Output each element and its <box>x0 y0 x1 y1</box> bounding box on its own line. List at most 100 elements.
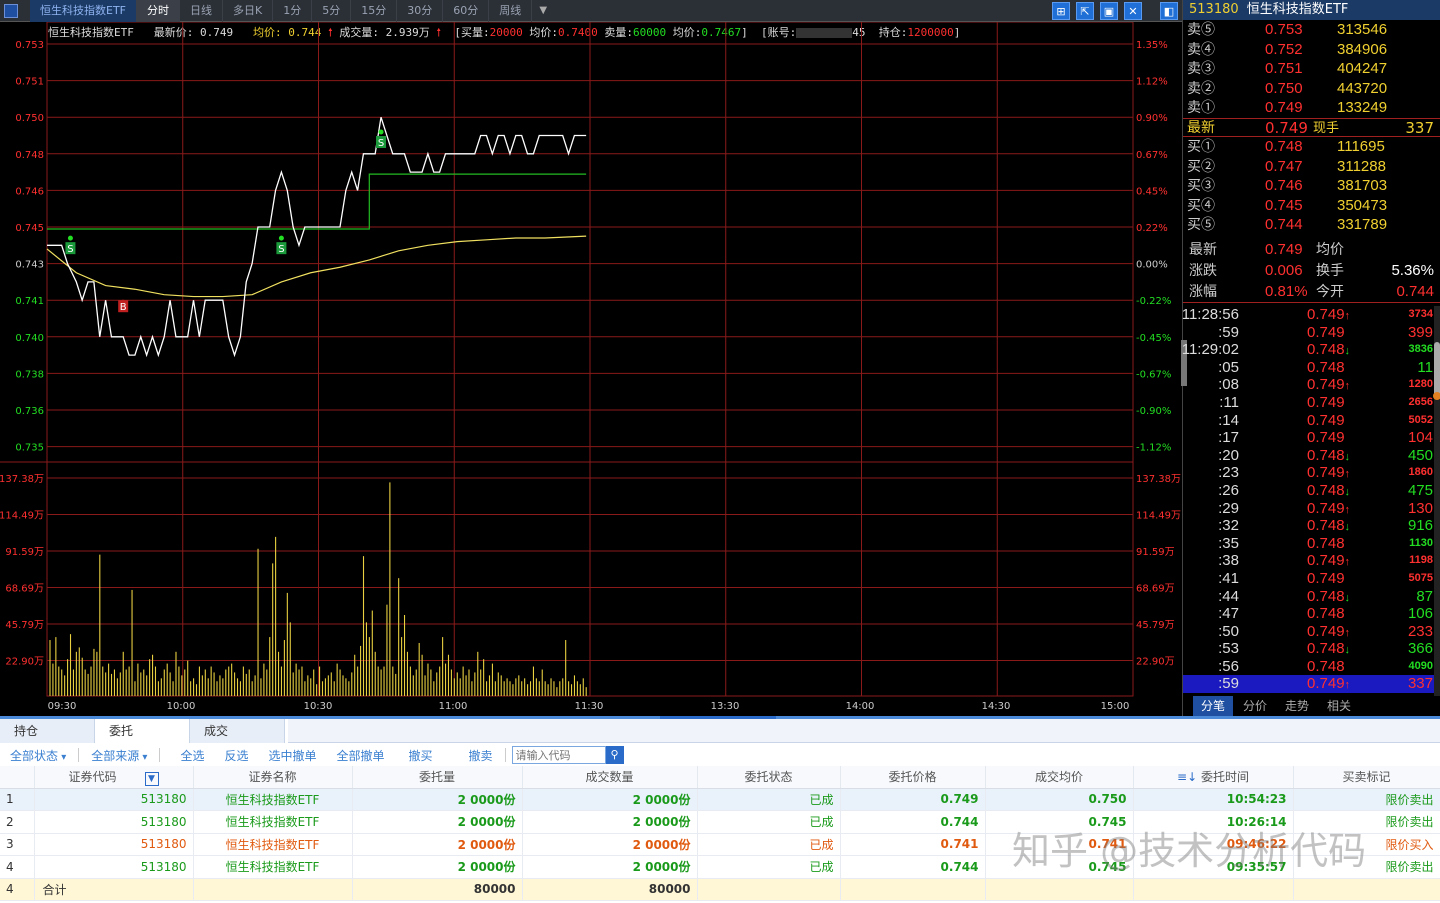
right-tab[interactable]: 分笔 <box>1193 696 1234 716</box>
cancel-selected-button[interactable]: 选中撤单 <box>258 747 326 764</box>
panel-toggle-icon[interactable] <box>4 4 18 18</box>
popout-icon[interactable]: ⇱ <box>1076 2 1094 20</box>
col-avg[interactable]: 成交均价 <box>985 766 1134 789</box>
tick-row[interactable]: :44 0.748↓ 87 <box>1183 588 1435 606</box>
stat-cell: 0.744 <box>1396 281 1434 302</box>
tab-stock[interactable]: 恒生科技指数ETF <box>30 0 137 22</box>
bid-level[interactable]: 买① 0.748 111695 <box>1183 137 1440 157</box>
tab-period[interactable]: 15分 <box>351 0 398 22</box>
bid-level[interactable]: 买⑤ 0.744 331789 <box>1183 215 1440 235</box>
cancel-sell-button[interactable]: 撤卖 <box>443 747 503 764</box>
level-vol: 350473 <box>1337 196 1388 214</box>
sell-marker[interactable]: S <box>276 235 287 256</box>
col-code[interactable]: 证券代码 ▼ <box>34 766 194 789</box>
filter-source-dropdown[interactable]: 全部来源 <box>81 747 157 764</box>
tick-volume: 11 <box>1417 358 1433 376</box>
price-tick-label: 0.746 <box>15 186 44 197</box>
tick-row[interactable]: :11 0.749 2656 <box>1183 394 1435 412</box>
tick-row[interactable]: :35 0.748 1130 <box>1183 535 1435 553</box>
filter-icon[interactable]: ▼ <box>144 771 159 786</box>
tick-row[interactable]: :23 0.749↑ 1860 <box>1183 464 1435 482</box>
sell-marker[interactable]: S <box>376 129 387 150</box>
tab-period[interactable]: 1分 <box>273 0 313 22</box>
close-icon[interactable]: ✕ <box>1124 2 1142 20</box>
right-tab[interactable]: 走势 <box>1277 696 1317 716</box>
tick-row[interactable]: :53 0.748↓ 366 <box>1183 640 1435 658</box>
tick-row[interactable]: :38 0.749↑ 1198 <box>1183 552 1435 570</box>
tab-period[interactable]: 日线 <box>180 0 223 22</box>
code-search-input[interactable] <box>511 746 606 764</box>
tick-row[interactable]: :59 0.749↑ 337 <box>1183 675 1435 694</box>
scroll-thumb[interactable] <box>1434 342 1440 398</box>
tick-volume: 106 <box>1407 605 1433 623</box>
tick-row[interactable]: 11:29:02 0.748↓ 3836 <box>1182 341 1435 359</box>
buy-marker[interactable]: B <box>118 299 129 314</box>
pct-tick-label: 1.12% <box>1136 77 1168 88</box>
tick-price-cell: 0.748 <box>1307 605 1345 623</box>
col-filled[interactable]: 成交数量 <box>522 766 698 789</box>
tick-row[interactable]: :05 0.748 11 <box>1183 359 1435 377</box>
invert-select-button[interactable]: 反选 <box>214 747 258 764</box>
sell-marker[interactable]: S <box>65 235 76 256</box>
cancel-all-button[interactable]: 全部撤单 <box>326 747 394 764</box>
tick-row[interactable]: 11:28:56 0.749↑ 3734 <box>1182 306 1435 324</box>
tick-row[interactable]: :20 0.748↓ 450 <box>1183 447 1435 465</box>
tab-period[interactable]: 60分 <box>443 0 490 22</box>
search-icon[interactable]: ⚲ <box>605 746 624 764</box>
ask-level[interactable]: 卖③ 0.751 404247 <box>1183 59 1440 79</box>
sidebar-toggle-icon[interactable]: ◧ <box>1160 2 1178 20</box>
right-tab[interactable]: 相关 <box>1319 696 1359 716</box>
tick-row[interactable]: :14 0.749 5052 <box>1183 412 1435 430</box>
table-row[interactable]: 1 513180 恒生科技指数ETF 2 0000份 2 0000份 已成 0.749 0.7… <box>0 788 1440 811</box>
tick-row[interactable]: :50 0.749↑ 233 <box>1183 623 1435 641</box>
col-price[interactable]: 委托价格 <box>840 766 986 789</box>
tick-row[interactable]: :41 0.749 5075 <box>1183 570 1435 588</box>
quote-name: 恒生科技指数ETF <box>1246 2 1349 17</box>
tick-row[interactable]: :08 0.749↑ 1280 <box>1183 376 1435 394</box>
ask-level[interactable]: 卖② 0.750 443720 <box>1183 79 1440 99</box>
intraday-chart[interactable]: 0.753 1.35% 0.751 1.12% 0.750 0.90% 0.748 0.67%… <box>0 22 1182 716</box>
tick-row[interactable]: :17 0.749 104 <box>1183 429 1435 447</box>
ask-level[interactable]: 卖① 0.749 133249 <box>1183 98 1440 118</box>
bid-level[interactable]: 买④ 0.745 350473 <box>1183 196 1440 216</box>
tick-volume: 5052 <box>1408 413 1433 426</box>
right-tab[interactable]: 分价 <box>1235 696 1275 716</box>
tick-row[interactable]: :56 0.748 4090 <box>1183 658 1435 676</box>
chevron-down-icon[interactable]: ▼ <box>532 0 554 22</box>
restore-icon[interactable]: ▣ <box>1100 2 1118 20</box>
tab-period[interactable]: 5分 <box>312 0 352 22</box>
col-side[interactable]: 买卖标记 <box>1293 766 1440 789</box>
cancel-buy-button[interactable]: 撤买 <box>395 747 443 764</box>
table-row[interactable]: 4 513180 恒生科技指数ETF 2 0000份 2 0000份 已成 0.744 0.7… <box>0 855 1440 879</box>
ask-level[interactable]: 卖⑤ 0.753 313546 <box>1183 20 1440 40</box>
tab-period[interactable]: 周线 <box>489 0 533 22</box>
tick-row[interactable]: :47 0.748 106 <box>1183 605 1435 623</box>
select-all-button[interactable]: 全选 <box>162 747 214 764</box>
order-tab[interactable]: 成交 <box>190 719 285 743</box>
tick-row[interactable]: :32 0.748↓ 916 <box>1183 517 1435 535</box>
tick-scrollbar[interactable] <box>1433 306 1440 696</box>
tick-row[interactable]: :29 0.749↑ 130 <box>1183 500 1435 518</box>
col-qty[interactable]: 委托量 <box>352 766 523 789</box>
level-price: 0.746 <box>1265 177 1303 195</box>
order-tab[interactable]: 委托 <box>95 719 190 743</box>
filter-status-dropdown[interactable]: 全部状态 <box>0 747 76 764</box>
tick-row[interactable]: :59 0.749 399 <box>1183 324 1435 342</box>
tab-period[interactable]: 30分 <box>397 0 444 22</box>
table-row[interactable]: 3 513180 恒生科技指数ETF 2 0000份 2 0000份 已成 0.741 0.7… <box>0 833 1440 856</box>
col-status[interactable]: 委托状态 <box>697 766 841 789</box>
col-name[interactable]: 证券名称 <box>193 766 353 789</box>
tab-period[interactable]: 多日K <box>223 0 274 22</box>
col-time[interactable]: ≡↓ 委托时间 <box>1133 766 1294 789</box>
period-tabs: 恒生科技指数ETF 分时 日线 多日K 1分 5分 15分 30分 60分 周线 ▼ <box>30 0 554 22</box>
tab-period[interactable]: 分时 <box>137 0 180 22</box>
table-row[interactable]: 2 513180 恒生科技指数ETF 2 0000份 2 0000份 已成 0.744 0.7… <box>0 810 1440 834</box>
tick-row[interactable]: :26 0.748↓ 475 <box>1183 482 1435 500</box>
bid-level[interactable]: 买② 0.747 311288 <box>1183 157 1440 177</box>
layout-icon[interactable]: ⊞ <box>1052 2 1070 20</box>
order-tab[interactable]: 持仓 <box>0 719 95 743</box>
ask-level[interactable]: 卖④ 0.752 384906 <box>1183 40 1440 60</box>
bid-level[interactable]: 买③ 0.746 381703 <box>1183 176 1440 196</box>
level-price: 0.751 <box>1265 60 1303 78</box>
window-buttons: ⊞ ⇱ ▣ ✕ ◧ <box>1052 2 1178 20</box>
